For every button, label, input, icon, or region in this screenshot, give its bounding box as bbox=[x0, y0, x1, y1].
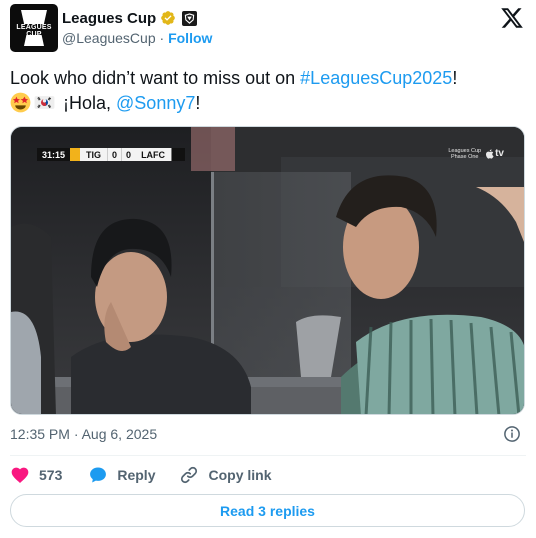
heart-icon bbox=[11, 467, 29, 483]
scorebug: 31:15 TIG 0 0 LAFC bbox=[37, 148, 186, 161]
tweet-timestamp[interactable]: 12:35 PM · Aug 6, 2025 bbox=[10, 426, 157, 442]
tweet-line2-text: ¡Hola, bbox=[63, 93, 117, 113]
name-row: Leagues Cup bbox=[62, 8, 198, 28]
scorebug-time: 31:15 bbox=[37, 148, 71, 161]
tweet-text-suffix: ! bbox=[452, 68, 458, 88]
info-icon[interactable] bbox=[503, 425, 521, 443]
avatar-logo-top bbox=[21, 10, 47, 24]
tweet-text-prefix: Look who didn’t want to miss out on bbox=[10, 68, 301, 88]
broadcast-tv-label: tv bbox=[495, 148, 504, 159]
copy-link-label: Copy link bbox=[208, 467, 272, 483]
broadcast-tag: Leagues Cup Phase One tv bbox=[448, 148, 504, 160]
action-bar: 573 Reply Copy link bbox=[10, 464, 272, 486]
scorebug-away-color bbox=[171, 148, 186, 161]
handle[interactable]: @LeaguesCup bbox=[62, 30, 156, 46]
like-count: 573 bbox=[39, 467, 63, 483]
separator: · bbox=[159, 30, 165, 46]
display-name[interactable]: Leagues Cup bbox=[62, 10, 156, 27]
tweet-line-1: Look who didn’t want to miss out on #Lea… bbox=[10, 66, 526, 91]
media-photo bbox=[11, 127, 524, 414]
south-korea-flag-emoji-icon bbox=[34, 96, 55, 109]
copy-link-button[interactable]: Copy link bbox=[179, 465, 272, 485]
mention-link[interactable]: @Sonny7 bbox=[116, 93, 195, 113]
read-replies-button[interactable]: Read 3 replies bbox=[10, 494, 525, 527]
apple-icon bbox=[486, 149, 494, 159]
apple-tv-logo: tv bbox=[485, 149, 504, 159]
scorebug-away-score: 0 bbox=[121, 148, 136, 161]
follow-button[interactable]: Follow bbox=[168, 30, 212, 46]
link-icon bbox=[181, 466, 198, 484]
reply-button[interactable]: Reply bbox=[88, 465, 155, 485]
x-logo-icon[interactable] bbox=[500, 6, 524, 30]
like-button[interactable]: 573 bbox=[10, 465, 62, 485]
verified-badge-icon bbox=[161, 11, 176, 25]
handle-row: @LeaguesCup · Follow bbox=[62, 30, 212, 46]
hashtag-link[interactable]: #LeaguesCup2025 bbox=[300, 68, 452, 88]
avatar-logo-bottom bbox=[24, 35, 44, 46]
star-struck-emoji-icon bbox=[10, 92, 31, 113]
tweet-line-2: ¡Hola, @Sonny7! bbox=[10, 91, 526, 116]
scorebug-home-team: TIG bbox=[80, 148, 108, 161]
tweet-header: LEAGUES CUP Leagues Cup @LeaguesCup · Fo… bbox=[10, 4, 526, 52]
scorebug-home-score: 0 bbox=[107, 148, 122, 161]
scorebug-home-color bbox=[70, 148, 81, 161]
tweet-media[interactable]: 31:15 TIG 0 0 LAFC Leagues Cup Phase One… bbox=[10, 126, 525, 415]
avatar[interactable]: LEAGUES CUP bbox=[10, 4, 58, 52]
affiliate-badge-icon bbox=[182, 10, 198, 26]
reply-bubble-icon bbox=[90, 467, 107, 483]
tweet-line2-suffix: ! bbox=[195, 93, 201, 113]
tweet-text: Look who didn’t want to miss out on #Lea… bbox=[10, 66, 526, 116]
broadcast-tag-text: Leagues Cup Phase One bbox=[448, 148, 481, 160]
broadcast-tag-line2: Phase One bbox=[450, 154, 479, 160]
reply-label: Reply bbox=[117, 467, 156, 483]
scorebug-away-team: LAFC bbox=[135, 148, 172, 161]
divider bbox=[10, 455, 526, 456]
